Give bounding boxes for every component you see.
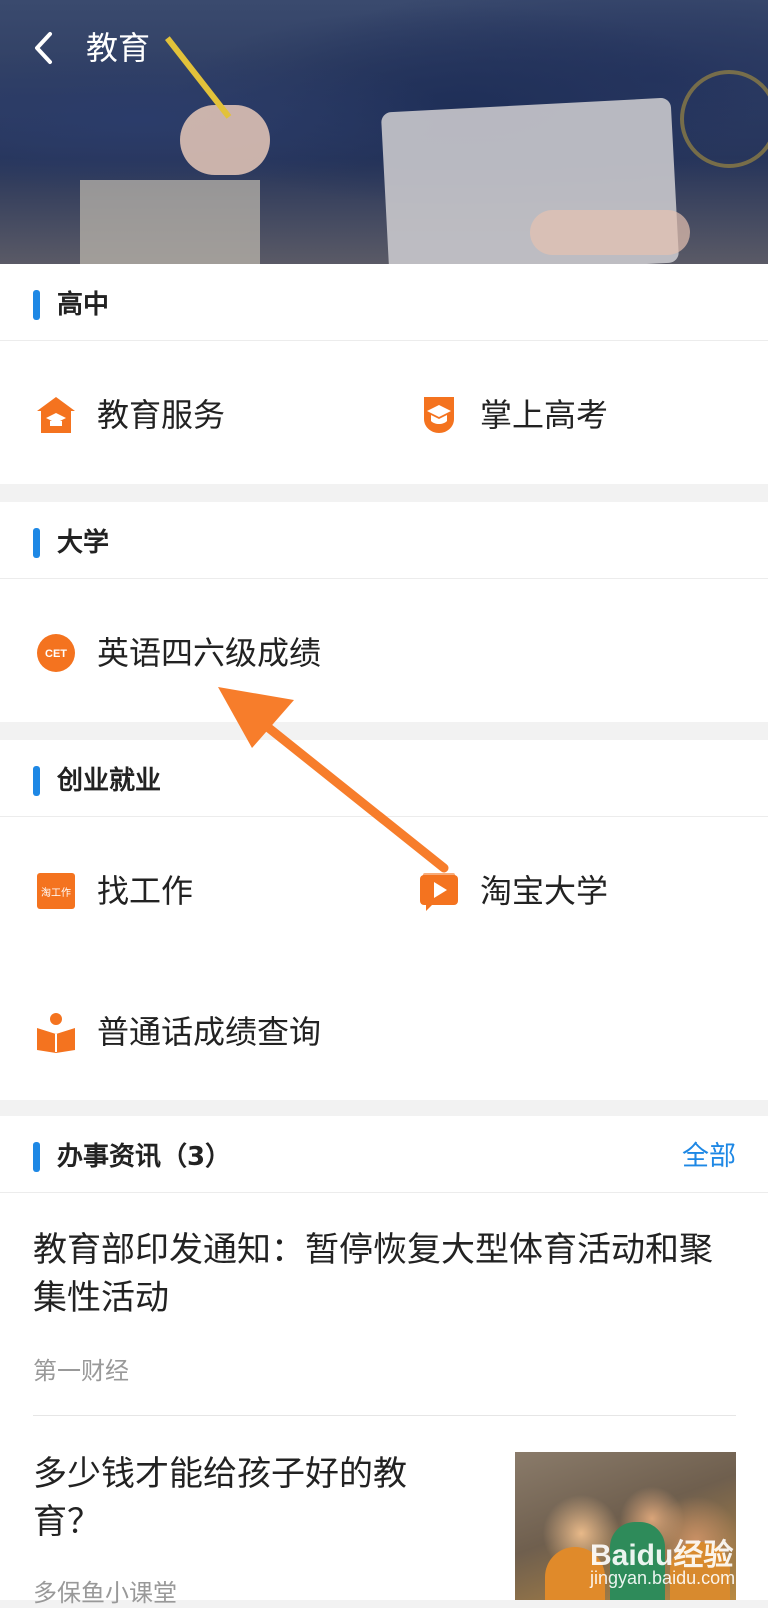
svg-text:CET: CET bbox=[45, 648, 67, 660]
cet-badge-icon: CET bbox=[35, 632, 77, 674]
svg-text:淘工作: 淘工作 bbox=[41, 886, 71, 899]
news-source: 多保鱼小课堂 bbox=[33, 1579, 177, 1607]
section-high-school: 高中 教育服务 掌上高考 bbox=[0, 264, 768, 484]
service-label: 英语四六级成绩 bbox=[97, 634, 322, 672]
section-accent-bar bbox=[33, 290, 40, 320]
service-education[interactable]: 教育服务 bbox=[35, 385, 225, 445]
page-title: 教育 bbox=[86, 29, 151, 67]
section-header: 办事资讯（3） 全部 bbox=[0, 1116, 768, 1193]
news-title-line: 教育部印发通知：暂停恢复大型体育活动和聚 bbox=[33, 1230, 713, 1270]
service-taobao-university[interactable]: 淘宝大学 bbox=[418, 861, 608, 921]
open-book-icon bbox=[35, 1011, 77, 1053]
news-title-line: 集性活动 bbox=[33, 1278, 169, 1318]
section-header: 高中 bbox=[0, 264, 768, 341]
news-source: 第一财经 bbox=[33, 1357, 129, 1385]
back-button[interactable] bbox=[26, 28, 66, 68]
service-gaokao[interactable]: 掌上高考 bbox=[418, 385, 608, 445]
section-career: 创业就业 淘工作 找工作 淘宝大学 普通话成绩查询 bbox=[0, 740, 768, 1100]
service-label: 淘宝大学 bbox=[480, 872, 609, 910]
section-header: 大学 bbox=[0, 502, 768, 579]
section-title: 办事资讯（3） bbox=[57, 1142, 232, 1172]
banner-photo-desk bbox=[80, 180, 260, 264]
service-cet-score[interactable]: CET 英语四六级成绩 bbox=[35, 623, 321, 683]
graduation-cap-icon bbox=[418, 394, 460, 436]
service-label: 掌上高考 bbox=[480, 396, 609, 434]
service-label: 找工作 bbox=[97, 872, 194, 910]
watermark-url: jingyan.baidu.com bbox=[590, 1568, 736, 1588]
section-title: 大学 bbox=[57, 528, 110, 558]
banner-photo-emblem bbox=[680, 70, 768, 168]
banner-photo-pencil bbox=[165, 36, 232, 119]
news-title-line: 多少钱才能给孩子好的教 bbox=[33, 1454, 407, 1494]
header-banner: 教育 bbox=[0, 0, 768, 264]
section-university: 大学 CET 英语四六级成绩 bbox=[0, 502, 768, 722]
news-title-line: 育？ bbox=[33, 1502, 101, 1542]
section-accent-bar bbox=[33, 528, 40, 558]
section-accent-bar bbox=[33, 766, 40, 796]
news-article-title[interactable]: 多少钱才能给孩子好的教 育？ bbox=[33, 1450, 473, 1546]
chevron-left-icon bbox=[35, 32, 52, 64]
video-play-icon bbox=[418, 870, 460, 912]
section-accent-bar bbox=[33, 1142, 40, 1172]
news-divider bbox=[33, 1415, 736, 1416]
service-label: 教育服务 bbox=[97, 396, 226, 434]
graduation-house-icon bbox=[35, 394, 77, 436]
service-find-job[interactable]: 淘工作 找工作 bbox=[35, 861, 193, 921]
section-title: 创业就业 bbox=[57, 766, 162, 796]
service-label: 普通话成绩查询 bbox=[97, 1013, 322, 1051]
service-mandarin-score[interactable]: 普通话成绩查询 bbox=[35, 1002, 321, 1062]
section-title: 高中 bbox=[57, 290, 110, 320]
section-header: 创业就业 bbox=[0, 740, 768, 817]
job-tag-icon: 淘工作 bbox=[35, 870, 77, 912]
news-article-title[interactable]: 教育部印发通知：暂停恢复大型体育活动和聚 集性活动 bbox=[33, 1226, 713, 1322]
banner-photo-hand bbox=[530, 210, 690, 255]
view-all-link[interactable]: 全部 bbox=[682, 1140, 736, 1174]
